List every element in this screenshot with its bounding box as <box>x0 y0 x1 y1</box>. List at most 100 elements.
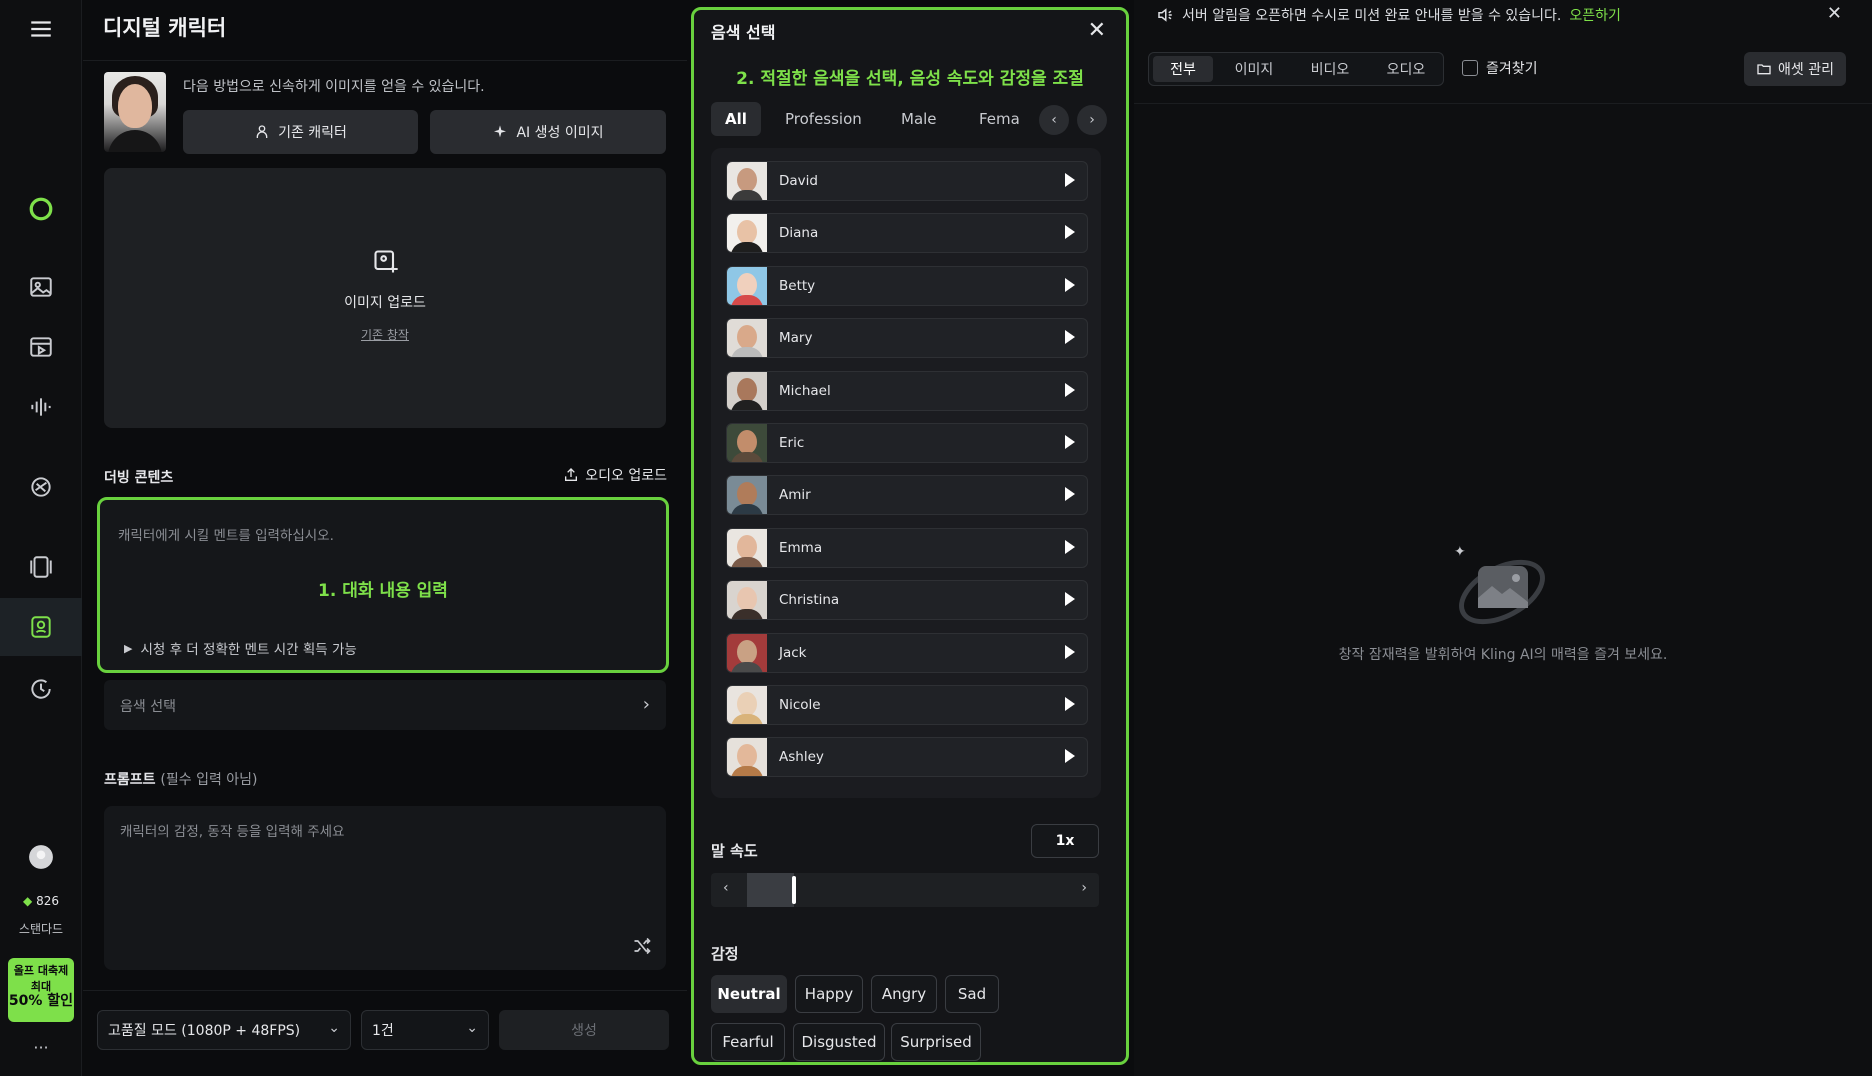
avatar[interactable] <box>0 828 82 886</box>
play-icon[interactable] <box>1065 435 1075 449</box>
speed-value[interactable]: 1x <box>1031 824 1099 858</box>
play-icon[interactable] <box>1065 382 1075 397</box>
voice-item-david[interactable]: David <box>726 161 1088 201</box>
page-title: 디지털 캐릭터 <box>103 16 227 40</box>
tabs-next-button[interactable]: › <box>1077 105 1107 135</box>
asset-manage-label: 애셋 관리 <box>1778 62 1834 78</box>
voice-name: Betty <box>779 277 816 294</box>
tab-all[interactable]: All <box>711 102 761 136</box>
voice-avatar <box>727 162 767 200</box>
prompt-input[interactable]: 캐릭터의 감정, 동작 등을 입력해 주세요 <box>104 806 666 970</box>
voice-item-jack[interactable]: Jack <box>726 632 1088 673</box>
speed-slider-thumb[interactable] <box>792 876 797 904</box>
emotion-fearful[interactable]: Fearful <box>711 1023 785 1061</box>
play-icon[interactable] <box>1065 539 1075 554</box>
voice-item-diana[interactable]: Diana <box>726 213 1088 254</box>
speed-decrease-icon[interactable]: ‹ <box>723 880 729 896</box>
play-icon[interactable] <box>1065 749 1075 764</box>
digital-character-icon[interactable] <box>0 598 82 656</box>
asset-filter-tabs: 전부 이미지 비디오 오디오 <box>1148 52 1444 86</box>
chevron-down-icon: ⌄ <box>328 1020 340 1036</box>
voice-avatar <box>727 214 767 253</box>
tab-female[interactable]: Fema <box>965 102 1034 136</box>
shuffle-icon[interactable] <box>632 936 652 956</box>
asset-manage-button[interactable]: 애셋 관리 <box>1744 52 1846 86</box>
image-icon[interactable] <box>0 258 82 316</box>
checkbox[interactable] <box>1462 60 1478 76</box>
empty-state-icon: ✦ <box>1454 544 1545 625</box>
notice-text: 서버 알림을 오픈하면 수시로 미션 완료 안내를 받을 수 있습니다. <box>1182 8 1562 24</box>
left-rail: ◆ 826 스탠다드 올프 대축제 최대 50% 할인 ··· <box>0 0 82 1076</box>
play-icon[interactable] <box>1065 225 1075 240</box>
voice-name: David <box>779 173 818 189</box>
voice-item-michael[interactable]: Michael <box>726 370 1088 411</box>
tab-all[interactable]: 전부 <box>1153 56 1213 82</box>
promo-banner[interactable]: 올프 대축제 최대 50% 할인 <box>8 958 74 1022</box>
history-icon[interactable] <box>0 660 82 718</box>
emotion-disgusted[interactable]: Disgusted <box>793 1023 885 1061</box>
existing-creation-link[interactable]: 기존 창작 <box>104 326 666 343</box>
notice-open-link[interactable]: 오픈하기 <box>1569 5 1621 25</box>
image-upload-area[interactable]: 이미지 업로드 기존 창작 <box>104 168 666 428</box>
voice-name: Amir <box>779 487 811 504</box>
menu-icon[interactable] <box>0 0 82 58</box>
play-icon[interactable] <box>1065 592 1075 607</box>
generate-button[interactable]: 생성 <box>499 1010 669 1050</box>
tabs-prev-button[interactable]: ‹ <box>1039 105 1069 135</box>
voice-item-mary[interactable]: Mary <box>726 318 1088 359</box>
voice-item-eric[interactable]: Eric <box>726 423 1088 463</box>
play-icon[interactable] <box>1065 330 1075 345</box>
count-select[interactable]: 1건 ⌄ <box>361 1010 489 1050</box>
existing-character-button[interactable]: 기존 캐릭터 <box>183 110 418 154</box>
tab-image[interactable]: 이미지 <box>1221 56 1287 82</box>
emotion-happy[interactable]: Happy <box>795 975 863 1013</box>
audio-wave-icon[interactable] <box>0 378 82 436</box>
voice-item-nicole[interactable]: Nicole <box>726 685 1088 725</box>
count-select-value: 1건 <box>372 1023 394 1039</box>
play-icon[interactable] <box>1065 173 1075 187</box>
voice-item-betty[interactable]: Betty <box>726 265 1088 306</box>
audio-upload-button[interactable]: 오디오 업로드 <box>563 465 667 485</box>
voice-item-amir[interactable]: Amir <box>726 475 1088 516</box>
voice-item-ashley[interactable]: Ashley <box>726 737 1088 778</box>
dubbing-text-input[interactable]: 캐릭터에게 시킬 멘트를 입력하십시오. 1. 대화 내용 입력 ▶ 시청 후 … <box>97 497 669 673</box>
voice-item-emma[interactable]: Emma <box>726 527 1088 568</box>
tab-audio[interactable]: 오디오 <box>1373 56 1439 82</box>
voice-select-row[interactable]: 음색 선택 › <box>104 680 666 730</box>
tab-video[interactable]: 비디오 <box>1297 56 1363 82</box>
voice-avatar <box>727 371 767 410</box>
dubbing-hint-text: 시청 후 더 정확한 멘트 시간 획득 가능 <box>140 642 357 658</box>
dubbing-hint[interactable]: ▶ 시청 후 더 정확한 멘트 시간 획득 가능 <box>124 638 357 659</box>
more-button[interactable]: ··· <box>0 1018 82 1076</box>
emotion-sad[interactable]: Sad <box>945 975 999 1013</box>
speed-slider-fill <box>747 873 795 907</box>
voice-item-christina[interactable]: Christina <box>726 580 1088 621</box>
gallery-icon[interactable] <box>0 538 82 596</box>
dubbing-label: 더빙 콘텐츠 <box>104 470 174 486</box>
character-portrait[interactable] <box>104 72 166 152</box>
home-logo-icon[interactable] <box>0 180 82 238</box>
favorites-checkbox[interactable]: 즐겨찾기 <box>1462 58 1538 78</box>
play-icon[interactable] <box>1065 487 1075 502</box>
play-icon[interactable] <box>1065 277 1075 292</box>
ai-image-button[interactable]: AI 생성 이미지 <box>430 110 666 154</box>
video-icon[interactable] <box>0 318 82 376</box>
tab-male[interactable]: Male <box>887 102 951 136</box>
play-icon[interactable] <box>1065 697 1075 711</box>
emotion-neutral[interactable]: Neutral <box>711 975 787 1013</box>
close-icon[interactable]: ✕ <box>1827 3 1842 24</box>
emotion-surprised[interactable]: Surprised <box>891 1023 981 1061</box>
emotion-angry[interactable]: Angry <box>871 975 937 1013</box>
speed-slider[interactable]: ‹ › <box>711 873 1099 907</box>
play-icon[interactable] <box>1065 644 1075 659</box>
effects-icon[interactable] <box>0 458 82 516</box>
voice-category-tabs: All Profession Male Fema ‹ › <box>711 102 1111 138</box>
prompt-label-text: 프롬프트 <box>104 772 156 788</box>
audio-upload-label: 오디오 업로드 <box>585 468 667 484</box>
chevron-down-icon: ⌄ <box>466 1020 478 1036</box>
voice-avatar <box>727 686 767 724</box>
tab-profession[interactable]: Profession <box>771 102 876 136</box>
speed-increase-icon[interactable]: › <box>1081 880 1087 896</box>
close-icon[interactable]: ✕ <box>1088 18 1106 43</box>
quality-select[interactable]: 고품질 모드 (1080P + 48FPS) ⌄ <box>97 1010 351 1050</box>
